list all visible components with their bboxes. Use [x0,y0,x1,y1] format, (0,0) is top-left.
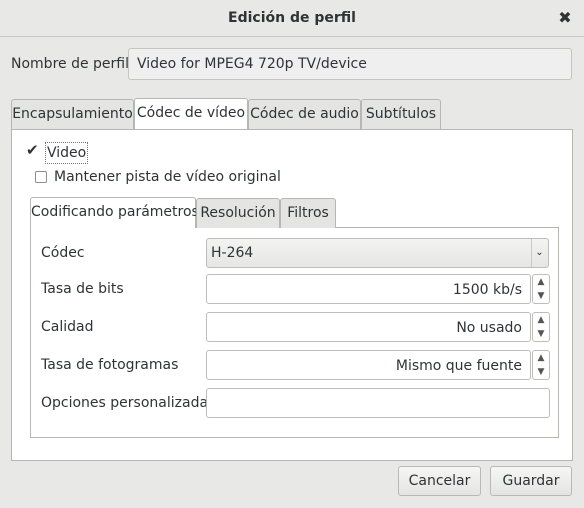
framerate-spinner[interactable]: ▲ ▼ [532,350,550,380]
custom-options-field[interactable] [206,388,550,418]
tab-subtitles[interactable]: Subtítulos [361,99,441,129]
profile-name-label: Nombre de perfil [11,56,129,72]
quality-spinner[interactable]: ▲ ▼ [532,312,550,342]
chevron-down-icon[interactable]: ▼ [533,327,549,342]
chevron-down-icon[interactable]: ▼ [533,365,549,380]
window-title: Edición de perfil [228,10,356,26]
check-icon: ✔ [26,141,39,159]
framerate-label: Tasa de fotogramas [41,357,179,373]
keep-track-checkbox[interactable] [35,171,47,183]
chevron-down-icon[interactable]: ▼ [533,289,549,304]
bitrate-spinner[interactable]: ▲ ▼ [532,274,550,304]
tab-filters[interactable]: Filtros [280,198,336,228]
codec-value: H-264 [211,245,254,261]
profile-name-field[interactable]: Video for MPEG4 720p TV/device [128,48,572,80]
tab-audio-codec[interactable]: Códec de audio [248,99,361,129]
chevron-down-icon: ⌄ [531,239,547,267]
chevron-up-icon[interactable]: ▲ [533,313,549,328]
chevron-up-icon[interactable]: ▲ [533,275,549,290]
tab-resolution[interactable]: Resolución [196,198,280,228]
bitrate-label: Tasa de bits [41,281,124,297]
tab-encoding-params[interactable]: Codificando parámetros [30,197,199,228]
quality-label: Calidad [41,319,94,335]
codec-combobox[interactable]: H-264 ⌄ [206,238,549,268]
quality-field[interactable]: No usado [206,312,531,342]
tab-video-codec[interactable]: Códec de vídeo [134,98,248,129]
tab-encapsulation[interactable]: Encapsulamiento [11,99,134,129]
keep-track-label: Mantener pista de vídeo original [54,169,281,185]
cancel-button[interactable]: Cancelar [398,466,481,496]
custom-options-label: Opciones personalizadas [41,395,216,411]
chevron-up-icon[interactable]: ▲ [533,351,549,366]
bitrate-field[interactable]: 1500 kb/s [206,274,531,304]
framerate-field[interactable]: Mismo que fuente [206,350,531,380]
codec-label: Códec [41,245,85,261]
close-icon[interactable]: ✖ [552,6,578,30]
save-button[interactable]: Guardar [490,466,572,496]
video-enable-checkbox[interactable]: ✔ [26,143,42,159]
video-enable-label[interactable]: Video [45,142,89,164]
